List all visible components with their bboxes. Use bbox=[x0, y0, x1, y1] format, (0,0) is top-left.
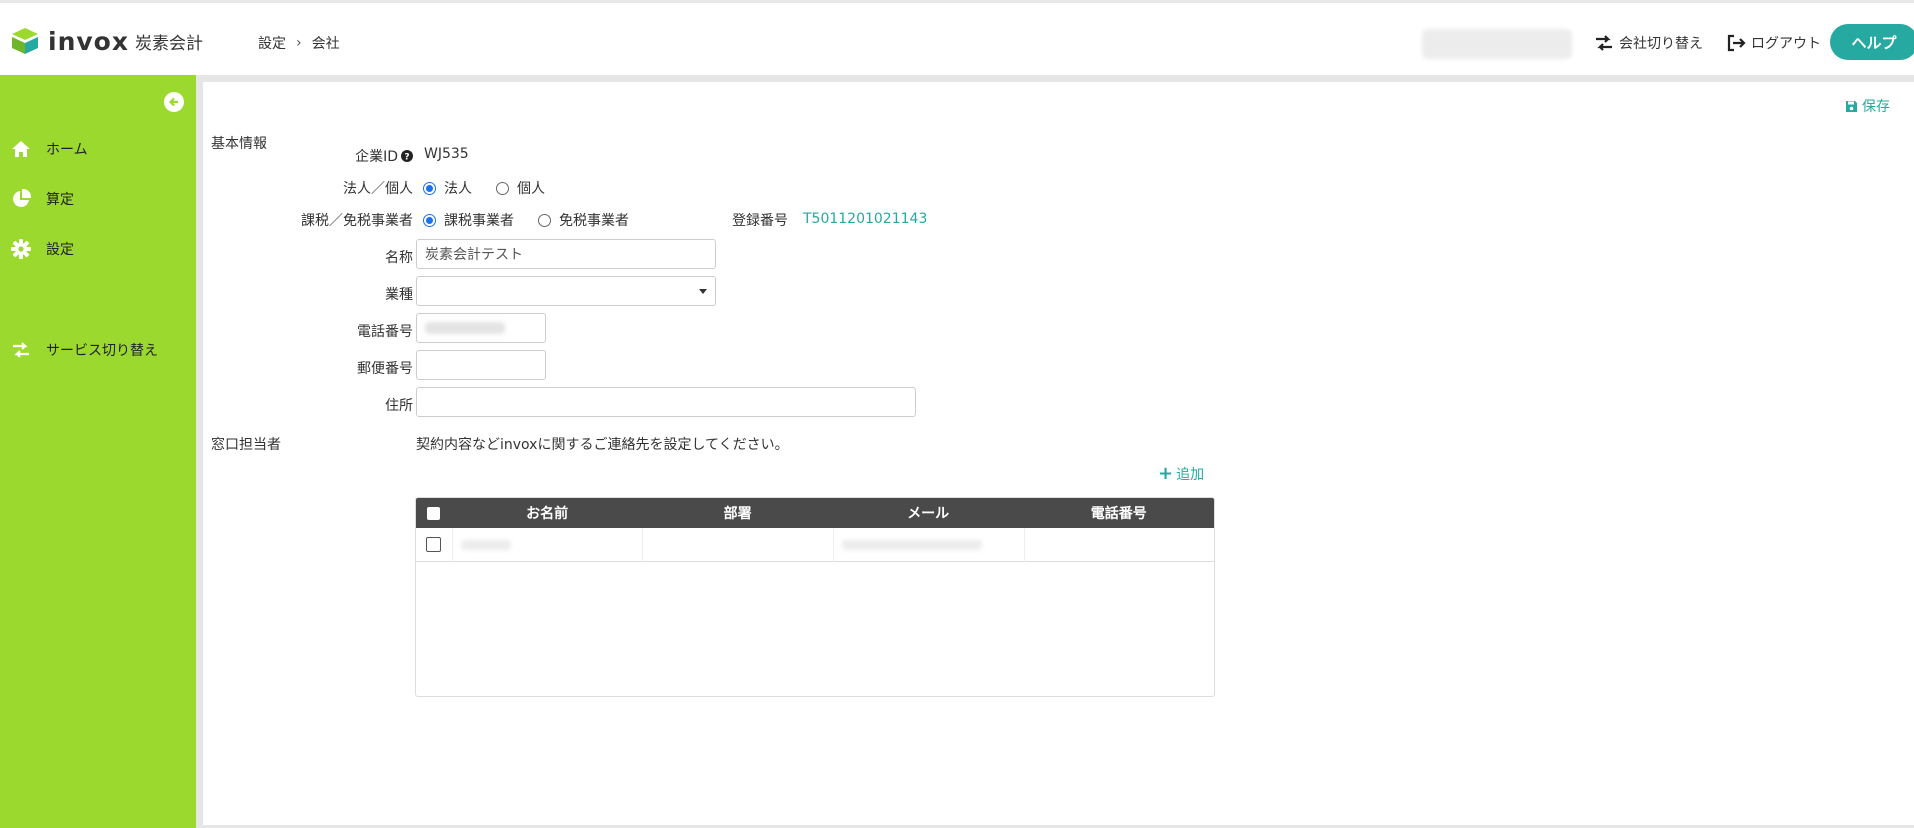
contact-note: 契約内容などinvoxに関するご連絡先を設定してください。 bbox=[416, 437, 789, 453]
phone-input[interactable] bbox=[416, 313, 546, 343]
registration-number-link[interactable]: T5011201021143 bbox=[803, 211, 927, 227]
collapse-sidebar-button[interactable] bbox=[164, 92, 184, 112]
plus-icon: + bbox=[1158, 463, 1174, 484]
select-all-checkbox[interactable] bbox=[427, 506, 441, 520]
registration-number-label: 登録番号 bbox=[732, 213, 788, 229]
industry-select[interactable] bbox=[416, 276, 716, 306]
phone-value-blurred bbox=[425, 322, 505, 334]
sidebar-item-label: 算定 bbox=[46, 192, 74, 208]
svg-text:?: ? bbox=[404, 152, 409, 162]
contact-title: 窓口担当者 bbox=[211, 437, 281, 453]
name-input[interactable]: 炭素会計テスト bbox=[416, 239, 716, 269]
sidebar-item-settings[interactable]: 設定 bbox=[0, 234, 196, 264]
address-input[interactable] bbox=[416, 387, 916, 417]
entity-option-label: 法人 bbox=[444, 181, 472, 197]
switch-arrows-icon bbox=[1596, 35, 1612, 51]
sidebar-item-service-switch[interactable]: サービス切り替え bbox=[0, 335, 196, 365]
logout-link[interactable]: ログアウト bbox=[1726, 33, 1821, 53]
name-blurred bbox=[460, 539, 511, 550]
cell-name bbox=[451, 527, 643, 562]
breadcrumb-settings[interactable]: 設定 bbox=[258, 33, 286, 53]
save-label: 保存 bbox=[1862, 99, 1890, 115]
tax-radio-taxable[interactable] bbox=[423, 213, 436, 227]
sidebar-item-home[interactable]: ホーム bbox=[0, 134, 196, 164]
breadcrumb-separator: › bbox=[296, 35, 302, 51]
contact-table-header: お名前 部署 メール 電話番号 bbox=[416, 498, 1214, 528]
phone-label: 電話番号 bbox=[357, 324, 413, 340]
tax-option-label: 課税事業者 bbox=[444, 213, 514, 229]
cell-department bbox=[642, 527, 833, 562]
breadcrumb-company: 会社 bbox=[311, 36, 340, 52]
column-header-email[interactable]: メール bbox=[833, 503, 1024, 523]
logo-cube-icon bbox=[12, 28, 38, 54]
switch-arrows-icon bbox=[10, 339, 32, 361]
contact-table: お名前 部署 メール 電話番号 bbox=[415, 497, 1215, 697]
cell-phone bbox=[1023, 527, 1215, 562]
add-contact-button[interactable]: + 追加 bbox=[1158, 464, 1204, 484]
column-header-department[interactable]: 部署 bbox=[642, 503, 833, 523]
row-checkbox-cell bbox=[416, 537, 452, 552]
floppy-disk-icon bbox=[1846, 100, 1857, 112]
entity-option-label: 個人 bbox=[517, 181, 545, 197]
logout-label: ログアウト bbox=[1751, 36, 1821, 52]
tax-radio-group: 課税事業者 免税事業者 bbox=[423, 210, 653, 230]
sidebar: ホーム 算定 設定 サービス切り替え bbox=[0, 75, 196, 828]
select-all-checkbox-cell bbox=[416, 506, 452, 520]
name-label: 名称 bbox=[385, 250, 413, 266]
postal-input[interactable] bbox=[416, 350, 546, 380]
switch-company-label: 会社切り替え bbox=[1619, 36, 1703, 52]
arrow-left-circle-icon bbox=[168, 97, 178, 107]
logo-subtitle: 炭素会計 bbox=[134, 33, 203, 54]
company-id-label-row: 企業ID ? bbox=[203, 146, 413, 166]
entity-radio-group: 法人 個人 bbox=[423, 178, 569, 198]
account-name-blurred bbox=[1422, 29, 1572, 59]
company-id-label: 企業ID bbox=[355, 149, 398, 165]
sidebar-item-calculation[interactable]: 算定 bbox=[0, 184, 196, 214]
gear-icon bbox=[10, 238, 32, 260]
logo-text: invox bbox=[48, 26, 129, 56]
breadcrumb: 設定 › 会社 bbox=[258, 33, 340, 53]
help-circle-icon[interactable]: ? bbox=[401, 150, 413, 162]
entity-radio-individual[interactable] bbox=[496, 181, 509, 195]
entity-label: 法人／個人 bbox=[343, 181, 413, 197]
logout-icon bbox=[1727, 34, 1746, 52]
main-panel: 保存 基本情報 企業ID ? WJ535 法人／個人 法人 個人 課税／免税事業… bbox=[203, 82, 1914, 825]
tax-label: 課税／免税事業者 bbox=[301, 213, 413, 229]
caret-down-icon bbox=[699, 289, 707, 294]
switch-company-link[interactable]: 会社切り替え bbox=[1594, 33, 1703, 53]
postal-label: 郵便番号 bbox=[357, 361, 413, 377]
tax-radio-exempt[interactable] bbox=[538, 213, 551, 227]
row-checkbox[interactable] bbox=[426, 537, 442, 552]
company-id-value: WJ535 bbox=[424, 146, 469, 162]
column-header-name[interactable]: お名前 bbox=[452, 503, 643, 523]
table-row[interactable] bbox=[416, 527, 1215, 562]
entity-radio-corporate[interactable] bbox=[423, 181, 436, 195]
column-header-phone[interactable]: 電話番号 bbox=[1023, 503, 1214, 523]
add-contact-label: 追加 bbox=[1176, 467, 1205, 483]
sidebar-item-label: 設定 bbox=[46, 242, 74, 258]
sidebar-item-label: サービス切り替え bbox=[46, 343, 158, 359]
cell-email bbox=[832, 527, 1024, 562]
save-button[interactable]: 保存 bbox=[1845, 96, 1890, 116]
industry-label: 業種 bbox=[385, 287, 413, 303]
logo[interactable]: invox 炭素会計 bbox=[10, 25, 203, 57]
email-blurred bbox=[841, 539, 982, 550]
sidebar-item-label: ホーム bbox=[46, 142, 88, 158]
home-icon bbox=[10, 138, 32, 160]
help-button[interactable]: ヘルプ bbox=[1830, 24, 1914, 60]
pie-chart-icon bbox=[10, 188, 32, 210]
tax-option-label: 免税事業者 bbox=[559, 213, 629, 229]
address-label: 住所 bbox=[385, 398, 413, 414]
top-bar: invox 炭素会計 設定 › 会社 会社切り替え ログアウト ヘルプ bbox=[0, 0, 1914, 75]
